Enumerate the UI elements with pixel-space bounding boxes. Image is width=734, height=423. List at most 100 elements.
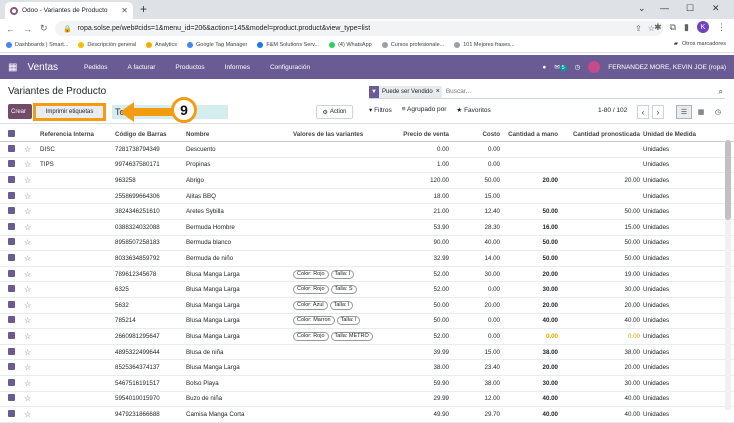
favorite-star-icon[interactable]: ☆ [24,223,40,232]
bookmark-item[interactable]: Google Tag Manager [187,42,247,48]
print-labels-button[interactable]: Imprimir etiquetas [33,103,106,121]
favorite-star-icon[interactable]: ☆ [24,348,40,357]
table-row[interactable]: ☆ 4895322499644 Blusa de niña 39.99 15.00 38.… [0,345,734,361]
list-view-icon[interactable]: ☰ [676,105,692,119]
menu-informes[interactable]: Informes [225,64,250,71]
row-checkbox[interactable] [8,253,15,261]
bookmark-item[interactable]: Analytics [146,42,177,48]
favorite-star-icon[interactable]: ☆ [24,207,40,216]
kanban-view-icon[interactable]: ▦ [693,105,709,119]
row-checkbox[interactable] [8,191,15,199]
bookmark-item[interactable]: 101 Mejores frases... [454,42,515,48]
other-bookmarks[interactable]: ▰ Otros marcadores [674,41,726,47]
favorite-star-icon[interactable]: ☆ [24,176,40,185]
bookmark-item[interactable]: Dashboards | Smart... [6,42,68,48]
app-title[interactable]: Ventas [27,62,58,73]
browser-tab[interactable]: Odoo - Variantes de Producto ✕ [5,2,133,19]
favorite-star-icon[interactable]: ☆ [24,238,40,247]
forward-icon[interactable]: → [23,24,32,34]
table-row[interactable]: ☆ 2660981295647 Blusa Manga Larga Color: Ro… [0,329,734,345]
group-by-button[interactable]: ≡ Agrupado por [402,106,447,114]
table-row[interactable]: ☆ 9479231866688 Camisa Manga Corta 49.90 29.… [0,407,734,423]
pager-value[interactable]: 1-80 / 102 [598,107,627,114]
new-tab-icon[interactable]: + [140,2,147,16]
search-icon[interactable]: ⌕ [719,87,723,97]
col-uom[interactable]: Unidad de Medida [640,131,712,138]
favorite-star-icon[interactable]: ☆ [24,270,40,279]
scrollbar-thumb[interactable] [725,140,731,220]
bookmark-item[interactable]: Cursos profesionale... [381,42,444,48]
row-checkbox[interactable] [8,378,15,386]
row-checkbox[interactable] [8,316,15,324]
apps-menu-icon[interactable]: ▦ [8,62,17,73]
favorite-star-icon[interactable]: ☆ [24,410,40,419]
row-checkbox[interactable] [8,222,15,230]
share-icon[interactable]: ⇪ [635,24,642,33]
pager-previous-icon[interactable]: ‹ [637,105,649,119]
favorite-star-icon[interactable]: ☆ [24,192,40,201]
search-input[interactable] [441,88,719,95]
favorite-star-icon[interactable]: ☆ [24,254,40,263]
favorite-star-icon[interactable]: ☆ [24,160,40,169]
action-button[interactable]: ⚙ Action [316,105,353,119]
menu-a-facturar[interactable]: A facturar [128,64,156,71]
menu-configuracion[interactable]: Configuración [270,64,310,71]
row-checkbox[interactable] [8,331,15,339]
col-barcode[interactable]: Código de Barras [115,131,186,138]
more-icon[interactable]: ⋮ [717,22,726,33]
activity-view-icon[interactable]: ◷ [710,105,726,119]
activity-icon[interactable]: ● [542,64,546,71]
table-row[interactable]: ☆ 5467516191517 Bolso Playa 59.90 38.00 30.00… [0,376,734,392]
menu-productos[interactable]: Productos [175,64,204,71]
puzzle-icon[interactable]: ⧉ [670,22,676,33]
row-checkbox[interactable] [8,363,15,371]
profile-avatar[interactable]: K [697,21,709,33]
row-checkbox[interactable] [8,207,15,215]
favorite-star-icon[interactable]: ☆ [24,394,40,403]
bookmark-item[interactable]: F&M Solutions Serv... [257,42,319,48]
scrollbar[interactable] [725,140,731,410]
sidebar-icon[interactable]: ▮ [684,22,689,33]
table-row[interactable]: ☆ 785214 Blusa Manga Larga Color: Marron Tal… [0,314,734,330]
table-row[interactable]: ☆ 963258 Abrigo 120.00 50.00 20.00 20.00 Unidad… [0,173,734,189]
favorites-button[interactable]: ★ Favoritos [456,106,490,114]
col-name[interactable]: Nombre [186,131,293,138]
col-forecast-qty[interactable]: Cantidad pronosticada [558,131,640,138]
row-checkbox[interactable] [8,160,15,168]
reload-icon[interactable]: ↻ [40,23,48,34]
close-tab-icon[interactable]: ✕ [121,6,128,15]
table-row[interactable]: ☆ 5954010015970 Buzo de niña 29.99 12.00 40.0… [0,392,734,408]
menu-pedidos[interactable]: Pedidos [84,64,108,71]
row-checkbox[interactable] [8,285,15,293]
table-row[interactable]: ☆ 8958507258183 Bermuda blanco 90.00 40.00 50… [0,236,734,252]
col-qty-on-hand[interactable]: Cantidad a mano [500,131,558,138]
table-row[interactable]: ☆ 0388324032088 Bermuda Hombre 53.90 28.30 16… [0,220,734,236]
favorite-star-icon[interactable]: ☆ [24,301,40,310]
maximize-icon[interactable]: ☐ [686,3,694,14]
url-field[interactable]: 🔒 ropa.solse.pe/web#cids=1&menu_id=206&a… [55,21,663,36]
user-name[interactable]: FERNANDEZ MORE, KEVIN JOE (ropa) [608,64,726,71]
col-sale-price[interactable]: Precio de venta [396,131,449,138]
col-variant-values[interactable]: Valores de las variantes [293,131,396,138]
user-avatar[interactable] [588,61,601,73]
filters-button[interactable]: ▾ Filtros [369,106,392,114]
row-checkbox[interactable] [8,394,15,402]
row-checkbox[interactable] [8,269,15,277]
favorite-star-icon[interactable]: ☆ [24,379,40,388]
favorite-star-icon[interactable]: ☆ [24,285,40,294]
row-checkbox[interactable] [8,300,15,308]
select-all-checkbox[interactable] [8,129,15,137]
clock-icon[interactable]: ◷ [575,63,581,71]
col-cost[interactable]: Costo [449,131,500,138]
table-row[interactable]: ☆ 3824346251610 Aretes Sybilla 21.00 12.40 50… [0,204,734,220]
create-button[interactable]: Crear [8,104,32,119]
favorite-star-icon[interactable]: ☆ [24,332,40,341]
row-checkbox[interactable] [8,144,15,152]
extension-icon[interactable]: ✱ [654,22,662,33]
table-row[interactable]: ☆ 8525364374137 Blusa Manga Larga 38.00 23.4… [0,360,734,376]
favorite-star-icon[interactable]: ☆ [24,145,40,154]
table-row[interactable]: ☆ 789612345678 Blusa Manga Larga Color: Roj… [0,267,734,283]
favorite-star-icon[interactable]: ☆ [24,316,40,325]
search-facet[interactable]: ▼ Puede ser Vendido × [369,85,442,98]
table-row[interactable]: ☆ 2558699664306 Alitas BBQ 18.00 15.00 Unidad… [0,189,734,205]
